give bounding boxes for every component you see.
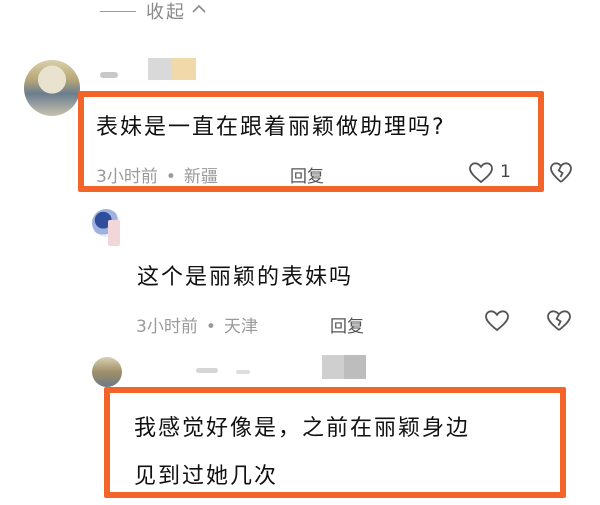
username-mosaic — [196, 368, 218, 373]
username-mosaic — [344, 355, 366, 379]
comment-text: 这个是丽颖的表妹吗 — [137, 265, 354, 290]
collapse-divider — [100, 10, 136, 12]
meta-separator: • — [205, 317, 216, 337]
comment-time: 3小时前 — [136, 317, 198, 337]
username-mosaic — [236, 370, 250, 374]
avatar[interactable] — [92, 357, 122, 387]
highlight-box — [104, 387, 566, 498]
avatar[interactable] — [24, 60, 80, 116]
username-mosaic — [322, 355, 344, 379]
chevron-up-icon — [192, 2, 206, 18]
collapse-label: 收起 — [146, 2, 186, 23]
username-mosaic — [100, 72, 118, 78]
username-mosaic — [148, 58, 172, 80]
reply-button[interactable]: 回复 — [330, 312, 364, 337]
broken-heart-icon[interactable] — [550, 161, 572, 185]
broken-heart-icon[interactable] — [546, 309, 572, 333]
avatar-badge — [108, 220, 120, 246]
collapse-toggle[interactable]: 收起 — [100, 0, 206, 23]
username-mosaic — [172, 58, 196, 80]
comment-meta: 3小时前 • 天津 — [136, 312, 258, 337]
comment-location: 天津 — [223, 317, 258, 337]
highlight-box — [78, 91, 544, 192]
heart-icon[interactable] — [484, 309, 510, 333]
